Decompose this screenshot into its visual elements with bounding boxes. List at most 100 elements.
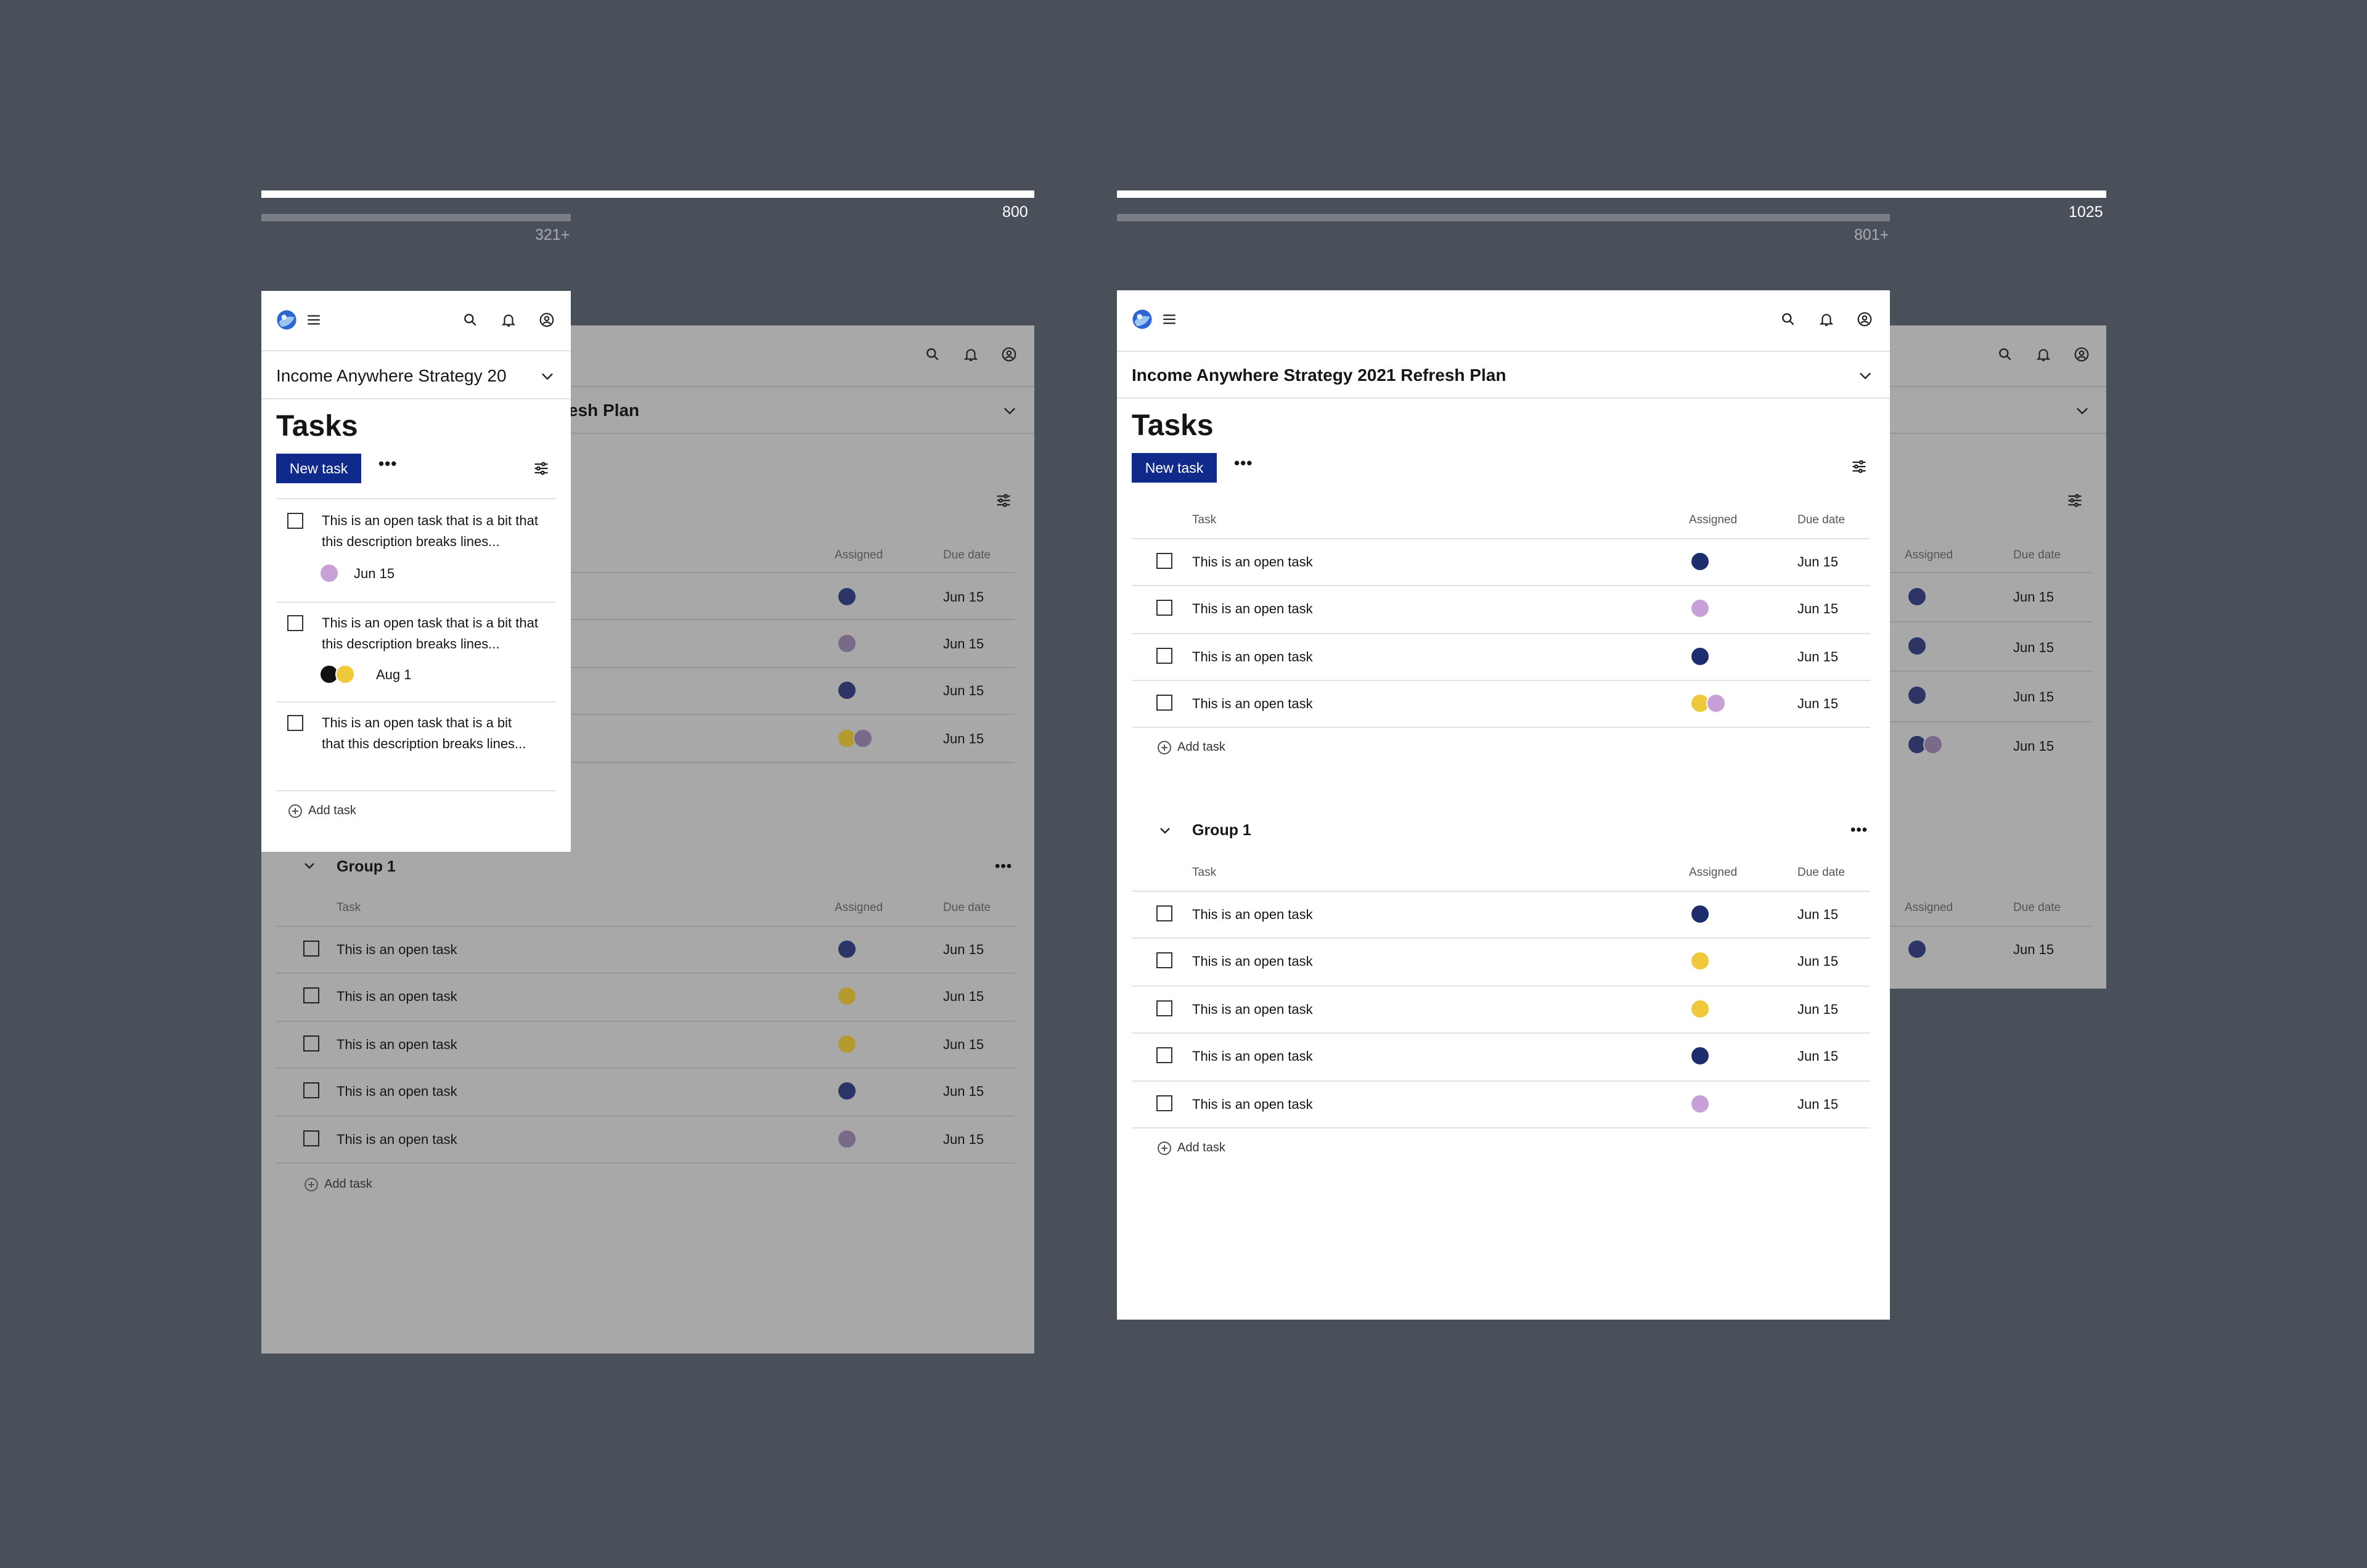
avatar — [1690, 904, 1710, 924]
task-checkbox[interactable] — [1156, 1000, 1172, 1016]
task-checkbox[interactable] — [1156, 905, 1172, 921]
due-date: Jun 15 — [943, 731, 984, 746]
task-text[interactable]: This is an open task — [337, 1084, 457, 1100]
task-text[interactable]: This is an open task — [337, 989, 457, 1005]
task-checkbox[interactable] — [1156, 695, 1172, 711]
account-icon[interactable] — [539, 312, 555, 328]
ruler-max-label-left: 800 — [1002, 203, 1028, 221]
add-task-button[interactable]: Add task — [288, 804, 356, 818]
new-task-button[interactable]: New task — [1132, 453, 1217, 483]
task-checkbox[interactable] — [1156, 648, 1172, 664]
bell-icon[interactable] — [501, 312, 517, 328]
filter-icon — [2068, 494, 2082, 507]
new-task-button[interactable]: New task — [276, 454, 361, 483]
task-text[interactable]: This is an open task — [1192, 1096, 1313, 1113]
plus-circle-icon — [288, 804, 302, 818]
col-due: Due date — [1797, 866, 1846, 879]
task-checkbox[interactable] — [1156, 1047, 1172, 1063]
avatar — [1690, 1094, 1710, 1114]
ruler-min-left — [261, 214, 571, 221]
search-icon — [926, 348, 939, 361]
due-date: Jun 15 — [943, 1037, 984, 1052]
account-icon[interactable] — [1857, 311, 1873, 327]
project-title[interactable]: Income Anywhere Strategy 2021 Refresh Pl… — [1132, 365, 1506, 385]
task-text[interactable]: This is an open task — [1192, 649, 1313, 665]
task-checkbox[interactable] — [287, 715, 303, 731]
search-icon[interactable] — [462, 312, 478, 328]
task-text[interactable]: This is an open task — [337, 942, 457, 958]
group-more-button[interactable]: ••• — [1850, 823, 1868, 838]
menu-icon[interactable] — [1161, 311, 1177, 327]
task-checkbox[interactable] — [303, 1035, 319, 1051]
task-text[interactable]: This is an open task — [1192, 554, 1313, 570]
task-text[interactable]: This is an open task — [1192, 953, 1313, 970]
avatar — [1923, 735, 1943, 754]
task-text[interactable]: This is an open task — [1192, 696, 1313, 712]
task-text[interactable]: This is an open task that is a bit that … — [322, 510, 550, 552]
task-checkbox[interactable] — [303, 1130, 319, 1146]
col-assigned: Assigned — [1689, 513, 1738, 526]
avatar — [837, 986, 857, 1006]
add-task-button[interactable]: Add task — [1158, 740, 1225, 754]
filter-icon — [997, 494, 1010, 507]
col-due: Due date — [2013, 901, 2061, 914]
col-assigned: Assigned — [1689, 866, 1738, 879]
avatar — [853, 729, 873, 748]
bell-icon[interactable] — [1818, 311, 1834, 327]
filter-icon[interactable] — [533, 460, 550, 477]
due-date: Jun 15 — [2013, 689, 2054, 704]
due-date: Jun 15 — [943, 989, 984, 1004]
project-title[interactable]: Income Anywhere Strategy 20 — [276, 366, 523, 386]
logo-icon[interactable] — [1132, 309, 1153, 330]
task-checkbox[interactable] — [1156, 553, 1172, 569]
filter-icon[interactable] — [1850, 458, 1868, 475]
task-checkbox[interactable] — [1156, 952, 1172, 968]
avatar — [837, 1081, 857, 1101]
menu-icon[interactable] — [306, 312, 322, 328]
task-checkbox[interactable] — [1156, 1095, 1172, 1111]
group-chevron-icon[interactable] — [1158, 823, 1172, 838]
add-task-button[interactable]: Add task — [1158, 1141, 1225, 1155]
chevron-down-icon[interactable] — [1857, 367, 1874, 384]
due-date: Jun 15 — [1797, 601, 1839, 616]
task-text[interactable]: This is an open task — [337, 1037, 457, 1053]
col-assigned: Assigned — [1905, 901, 1953, 914]
chevron-down-icon[interactable] — [539, 367, 556, 385]
col-due: Due date — [943, 549, 991, 561]
due-date: Jun 15 — [943, 1084, 984, 1099]
task-checkbox[interactable] — [303, 987, 319, 1003]
task-text[interactable]: This is an open task — [1192, 1048, 1313, 1064]
task-checkbox[interactable] — [287, 615, 303, 631]
plus-circle-icon — [305, 1177, 318, 1191]
task-text[interactable]: This is an open task that is a bit that … — [322, 713, 531, 754]
task-text[interactable]: This is an open task — [337, 1132, 457, 1148]
task-text[interactable]: This is an open task — [1192, 907, 1313, 923]
due-date: Jun 15 — [943, 636, 984, 651]
add-task-button[interactable]: Add task — [305, 1177, 372, 1191]
task-checkbox[interactable] — [303, 1082, 319, 1098]
task-text[interactable]: This is an open task — [1192, 1002, 1313, 1018]
more-button[interactable]: ••• — [378, 455, 397, 472]
avatar — [1907, 636, 1927, 656]
group-name: Group 1 — [337, 858, 396, 875]
search-icon[interactable] — [1780, 311, 1796, 327]
add-task-label: Add task — [1177, 740, 1225, 754]
due-date: Jun 15 — [1797, 1002, 1839, 1017]
due-date: Jun 15 — [2013, 942, 2054, 957]
logo-icon[interactable] — [276, 309, 297, 330]
add-task-label: Add task — [308, 804, 356, 817]
task-text[interactable]: This is an open task that is a bit that … — [322, 613, 550, 655]
due-date: Jun 15 — [1797, 554, 1839, 570]
task-checkbox[interactable] — [1156, 600, 1172, 616]
task-checkbox[interactable] — [303, 941, 319, 957]
due-date: Jun 15 — [2013, 640, 2054, 655]
group-more-button[interactable]: ••• — [995, 859, 1012, 874]
more-button[interactable]: ••• — [1234, 455, 1253, 471]
page-title: Tasks — [276, 410, 358, 443]
small-frame-321: Income Anywhere Strategy 20 Tasks New ta… — [261, 291, 571, 852]
avatar — [1706, 693, 1726, 713]
task-text[interactable]: This is an open task — [1192, 601, 1313, 617]
col-task: Task — [1192, 866, 1217, 879]
plus-circle-icon — [1158, 1141, 1171, 1155]
task-checkbox[interactable] — [287, 513, 303, 529]
